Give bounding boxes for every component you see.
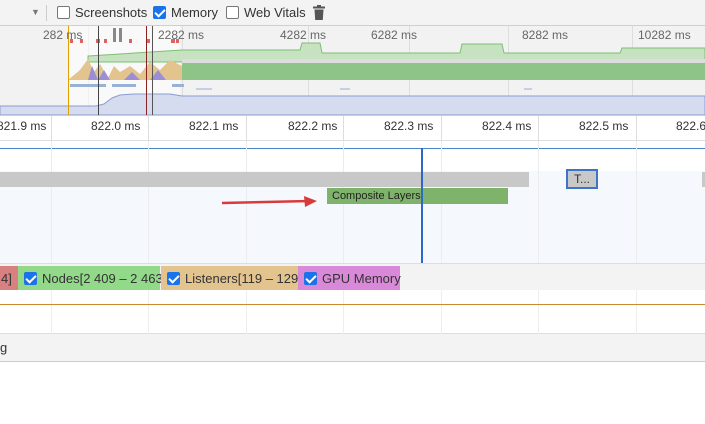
gpu-memory-counter-chip[interactable]: GPU Memory xyxy=(298,266,401,290)
listeners-counter-line xyxy=(0,304,705,305)
ruler-tick-label: 822.6 xyxy=(676,119,705,133)
ruler-tick xyxy=(636,116,637,140)
memory-checkbox[interactable] xyxy=(153,6,166,19)
memory-gridline xyxy=(51,290,52,334)
flame-chart[interactable]: T... Composite Layers xyxy=(0,141,705,263)
cursor-line xyxy=(421,148,423,263)
ruler-tick-label: 822.3 ms xyxy=(384,119,434,133)
js-heap-counter-label: 4] xyxy=(1,271,12,286)
ruler-tick xyxy=(51,116,52,140)
ruler-tick-label: 822.1 ms xyxy=(189,119,239,133)
flame-gridline xyxy=(636,141,637,263)
nodes-counter-chip[interactable]: Nodes[2 409 – 2 463] xyxy=(18,266,166,290)
track-border xyxy=(0,148,705,149)
ruler-tick-label: 821.9 ms xyxy=(0,119,47,133)
memory-label[interactable]: Memory xyxy=(171,5,218,20)
bottom-summary-bar: g xyxy=(0,334,705,362)
bottom-bar-text: g xyxy=(0,340,8,355)
nodes-checkbox[interactable] xyxy=(24,272,37,285)
dropdown-arrow-icon[interactable]: ▼ xyxy=(31,7,40,17)
overview-graphs xyxy=(0,26,705,115)
composite-layers-label: Composite Layers xyxy=(332,190,421,202)
flame-gridline xyxy=(538,141,539,263)
nodes-counter-label: Nodes[2 409 – 2 463] xyxy=(42,271,167,286)
trash-icon[interactable] xyxy=(313,5,325,20)
composite-layers-event[interactable]: Composite Layers xyxy=(327,188,508,204)
ruler-tick-label: 822.5 ms xyxy=(579,119,629,133)
listeners-counter-label: Listeners[119 – 129] xyxy=(185,271,302,286)
task-event-label: T... xyxy=(573,172,590,186)
listeners-checkbox[interactable] xyxy=(167,272,180,285)
overview-time-label: 10282 ms xyxy=(638,28,691,42)
gpu-memory-checkbox[interactable] xyxy=(304,272,317,285)
ruler-tick-label: 822.0 ms xyxy=(91,119,141,133)
webvitals-checkbox[interactable] xyxy=(226,6,239,19)
timeline-toolbar: ▼ Screenshots Memory Web Vitals xyxy=(0,0,705,26)
memory-gridline xyxy=(343,290,344,334)
memory-gridline xyxy=(246,290,247,334)
ruler-tick xyxy=(246,116,247,140)
ruler-tick xyxy=(538,116,539,140)
time-ruler[interactable]: 821.9 ms 822.0 ms 822.1 ms 822.2 ms 822.… xyxy=(0,115,705,141)
screenshots-checkbox[interactable] xyxy=(57,6,70,19)
overview-time-label: 8282 ms xyxy=(522,28,569,42)
overview-time-label: 4282 ms xyxy=(280,28,327,42)
memory-gridline xyxy=(636,290,637,334)
ruler-tick-label: 822.4 ms xyxy=(482,119,532,133)
js-heap-counter-chip[interactable]: 4] xyxy=(0,266,18,290)
toolbar-divider xyxy=(46,5,47,21)
memory-counters: 4] Nodes[2 409 – 2 463] Listeners[119 – … xyxy=(0,263,705,290)
ruler-tick xyxy=(441,116,442,140)
screenshots-label[interactable]: Screenshots xyxy=(75,5,147,20)
flame-gridline xyxy=(148,141,149,263)
ruler-tick-label: 822.2 ms xyxy=(288,119,338,133)
overview-time-label: 282 ms xyxy=(43,28,83,42)
memory-gridline xyxy=(148,290,149,334)
memory-gridline xyxy=(441,290,442,334)
red-arrow-annotation xyxy=(221,196,317,207)
timeline-overview[interactable]: 282 ms 2282 ms 4282 ms 6282 ms 8282 ms 1… xyxy=(0,26,705,115)
selected-task-event[interactable]: T... xyxy=(566,169,598,189)
overview-time-label: 2282 ms xyxy=(158,28,205,42)
overview-time-label: 6282 ms xyxy=(371,28,418,42)
listeners-counter-chip[interactable]: Listeners[119 – 129] xyxy=(161,266,302,290)
task-bar[interactable] xyxy=(0,172,529,187)
webvitals-label[interactable]: Web Vitals xyxy=(244,5,306,20)
ruler-tick xyxy=(343,116,344,140)
ruler-tick xyxy=(148,116,149,140)
memory-graph[interactable] xyxy=(0,290,705,334)
memory-gridline xyxy=(538,290,539,334)
gpu-memory-counter-label: GPU Memory xyxy=(322,271,401,286)
flame-gridline xyxy=(51,141,52,263)
